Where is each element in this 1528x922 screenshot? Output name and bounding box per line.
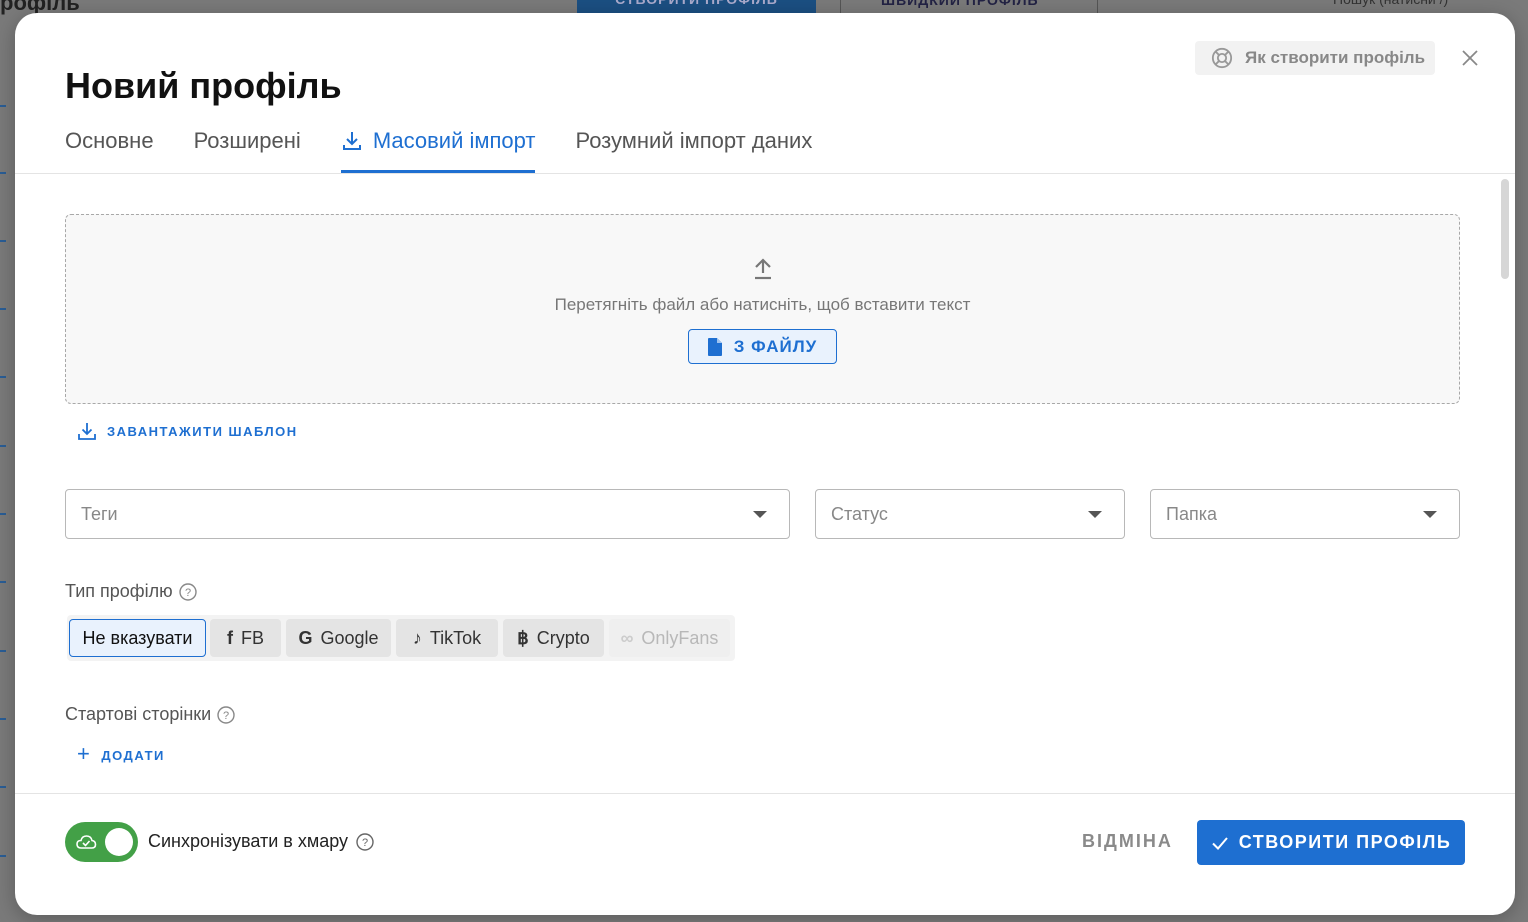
folder-placeholder: Папка xyxy=(1166,503,1217,524)
lifebuoy-icon xyxy=(1211,47,1233,69)
profile-type-crypto-label: Crypto xyxy=(536,627,590,648)
start-pages-label: Стартові сторінки ? xyxy=(65,704,235,725)
from-file-label: З ФАЙЛУ xyxy=(733,336,818,356)
cloud-sync-label-text: Синхронізувати в хмару xyxy=(148,831,349,851)
profile-type-onlyfans[interactable]: ∞ OnlyFans xyxy=(609,619,730,657)
tab-smart-import-label: Розумний імпорт даних xyxy=(575,128,813,153)
profile-type-none[interactable]: Не вказувати xyxy=(69,619,206,657)
tags-select[interactable]: Теги xyxy=(65,489,790,539)
svg-text:?: ? xyxy=(362,837,368,849)
chevron-down-icon xyxy=(1423,511,1437,518)
add-start-page-button[interactable]: + ДОДАТИ xyxy=(77,741,165,767)
profile-type-toggle-group: Не вказувати f FB G Google ♪ TikTok ฿ Cr… xyxy=(67,615,735,661)
file-icon xyxy=(707,337,722,356)
profile-type-tiktok[interactable]: ♪ TikTok xyxy=(396,619,498,657)
tiktok-icon: ♪ xyxy=(412,627,422,648)
scrollbar-thumb[interactable] xyxy=(1501,179,1509,279)
create-profile-label: СТВОРИТИ ПРОФІЛЬ xyxy=(1238,832,1452,852)
status-placeholder: Статус xyxy=(831,503,888,524)
tabs-divider xyxy=(15,173,1515,174)
bitcoin-icon: ฿ xyxy=(517,627,529,648)
cloud-sync-toggle[interactable] xyxy=(65,822,138,862)
dropzone-hint: Перетягніть файл або натисніть, щоб вста… xyxy=(554,295,971,314)
from-file-button[interactable]: З ФАЙЛУ xyxy=(688,329,837,364)
help-circle-icon[interactable]: ? xyxy=(178,582,197,601)
status-select[interactable]: Статус xyxy=(815,489,1125,539)
tab-basic-label: Основне xyxy=(65,128,154,153)
svg-text:?: ? xyxy=(185,587,191,599)
profile-type-label: Тип профілю ? xyxy=(65,581,197,602)
new-profile-dialog: Новий профіль Як створити профіль Основн… xyxy=(15,13,1515,915)
profile-type-label-text: Тип профілю xyxy=(65,581,173,601)
profile-type-google-label: Google xyxy=(320,627,379,648)
svg-text:?: ? xyxy=(223,710,229,722)
profile-type-crypto[interactable]: ฿ Crypto xyxy=(503,619,604,657)
profile-type-google[interactable]: G Google xyxy=(286,619,391,657)
start-pages-label-text: Стартові сторінки xyxy=(65,704,212,724)
cloud-sync-label: Синхронізувати в хмару ? xyxy=(148,831,374,852)
background-create-profile-button: СТВОРИТИ ПРОФІЛЬ xyxy=(577,0,816,14)
profile-type-tiktok-label: TikTok xyxy=(429,627,482,648)
check-icon xyxy=(1211,836,1228,850)
download-icon xyxy=(342,132,361,150)
toggle-knob xyxy=(105,828,133,856)
tab-advanced-label: Розширені xyxy=(193,128,301,153)
tab-smart-import[interactable]: Розумний імпорт даних xyxy=(575,125,812,173)
dialog-tabs: Основне Розширені Масовий імпорт Розумни… xyxy=(65,125,852,173)
profile-type-none-label: Не вказувати xyxy=(82,627,193,648)
create-profile-button[interactable]: СТВОРИТИ ПРОФІЛЬ xyxy=(1197,820,1465,865)
chevron-down-icon xyxy=(753,511,767,518)
tab-bulk-import-label: Масовий імпорт xyxy=(372,128,536,153)
footer-divider xyxy=(15,793,1515,794)
download-template-button[interactable]: ЗАВАНТАЖИТИ ШАБЛОН xyxy=(77,421,298,441)
add-start-page-label: ДОДАТИ xyxy=(101,747,165,763)
profile-type-onlyfans-label: OnlyFans xyxy=(641,627,719,648)
profile-type-fb[interactable]: f FB xyxy=(210,619,281,657)
profile-type-fb-label: FB xyxy=(240,627,264,648)
download-template-label: ЗАВАНТАЖИТИ ШАБЛОН xyxy=(107,423,298,439)
tags-placeholder: Теги xyxy=(81,503,118,524)
cancel-button[interactable]: ВІДМІНА xyxy=(1082,831,1173,852)
upload-icon xyxy=(755,258,771,280)
background-search-input: Пошук (натисни /) xyxy=(1285,0,1528,14)
facebook-icon: f xyxy=(226,627,233,648)
cloud-check-icon xyxy=(76,835,97,849)
help-button-label: Як створити профіль xyxy=(1245,48,1426,67)
tab-basic[interactable]: Основне xyxy=(65,125,154,173)
google-icon: G xyxy=(298,627,313,648)
close-icon[interactable] xyxy=(1459,47,1481,69)
background-quick-profile-button: ШВИДКИЙ ПРОФІЛЬ xyxy=(840,0,1098,14)
help-circle-icon[interactable]: ? xyxy=(217,705,235,724)
folder-select[interactable]: Папка xyxy=(1150,489,1460,539)
help-circle-icon[interactable]: ? xyxy=(356,832,374,851)
how-to-create-profile-button[interactable]: Як створити профіль xyxy=(1195,41,1435,75)
dialog-title: Новий профіль xyxy=(65,65,342,106)
chevron-down-icon xyxy=(1088,511,1102,518)
download-icon xyxy=(78,423,96,440)
tab-bulk-import[interactable]: Масовий імпорт xyxy=(340,125,536,173)
file-dropzone[interactable]: Перетягніть файл або натисніть, щоб вста… xyxy=(65,214,1460,404)
tab-advanced[interactable]: Розширені xyxy=(194,125,301,173)
plus-icon: + xyxy=(77,741,92,766)
onlyfans-icon: ∞ xyxy=(620,627,634,648)
